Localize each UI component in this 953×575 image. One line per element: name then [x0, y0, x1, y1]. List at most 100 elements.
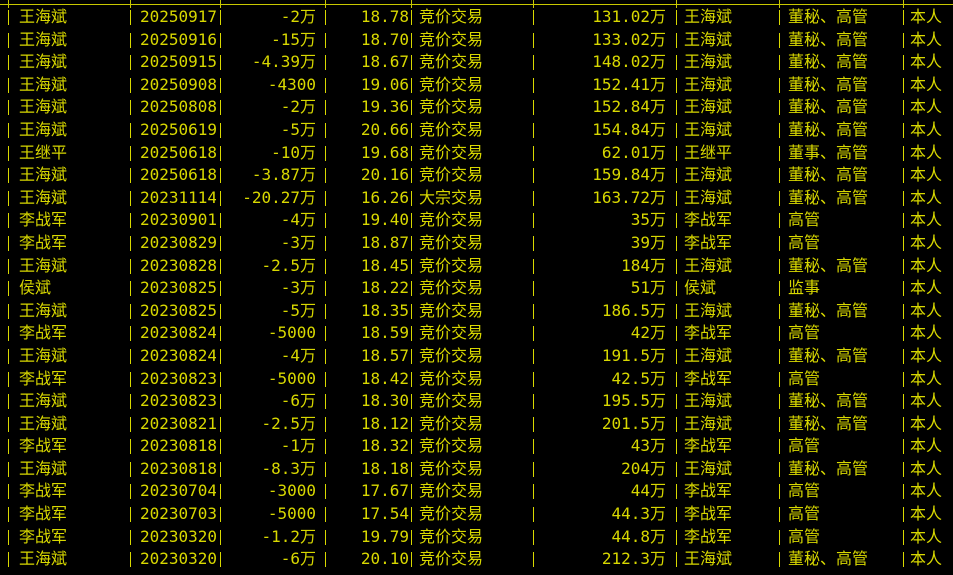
column-divider: [779, 55, 780, 71]
holding-after-cell: 35万: [630, 210, 666, 230]
column-divider: [903, 439, 904, 455]
column-divider: [676, 281, 677, 297]
column-divider: [533, 303, 534, 319]
table-row[interactable]: 王海斌 20230824 -4万 18.57 竞价交易 191.5万 王海斌 董秘、高管 本人: [0, 345, 953, 368]
column-divider: [411, 552, 412, 568]
table-row[interactable]: 王海斌 20230821 -2.5万 18.12 竞价交易 201.5万 王海斌 董秘、高管本…: [0, 413, 953, 436]
relation-cell: 本人: [910, 481, 943, 501]
table-row[interactable]: 王海斌 20250916 -15万 18.70 竞价交易 133.02万 王海斌 董秘、高管本…: [0, 29, 953, 52]
insider-name-cell: 王海斌: [19, 97, 68, 117]
trade-date-cell: 20231114: [140, 187, 216, 207]
column-divider: [533, 348, 534, 364]
trade-date-cell: 20250916: [140, 29, 216, 49]
relation-cell: 本人: [910, 165, 943, 185]
trade-date-cell: 20230818: [140, 436, 216, 456]
table-row[interactable]: 李战军 20230704 -3000 17.67 竞价交易 44万 李战军 高管 本人: [0, 480, 953, 503]
table-row[interactable]: 王海斌 20230320 -6万 20.10 竞价交易 212.3万 王海斌 董秘、高管 本人: [0, 548, 953, 571]
table-row[interactable]: 李战军 20230818 -1万 18.32 竞价交易 43万 李战军 高管 本人: [0, 435, 953, 458]
table-row[interactable]: 王海斌 20250908 -4300 19.06 竞价交易 152.41万 王海斌 董秘、高管…: [0, 74, 953, 97]
column-divider: [8, 371, 9, 387]
trade-type-cell: 竞价交易: [419, 345, 484, 365]
table-row[interactable]: 李战军 20230824 -5000 18.59 竞价交易 42万 李战军 高管 本人: [0, 322, 953, 345]
table-row[interactable]: 王海斌 20250917 -2万 18.78 竞价交易 131.02万 王海斌 董秘、高管 本人: [0, 6, 953, 29]
trade-type-cell: 竞价交易: [419, 368, 484, 388]
column-divider: [676, 416, 677, 432]
column-divider: [411, 235, 412, 251]
trade-type-cell: 竞价交易: [419, 29, 484, 49]
column-divider: [411, 484, 412, 500]
share-change-cell: -3万: [280, 232, 316, 252]
column-divider: [8, 235, 9, 251]
table-row[interactable]: 李战军 20230703 -5000 17.54 竞价交易 44.3万 李战军 高管 本人: [0, 503, 953, 526]
share-change-cell: -4万: [280, 345, 316, 365]
trade-price-cell: 18.57: [360, 345, 409, 365]
trade-type-cell: 竞价交易: [419, 323, 484, 343]
trade-date-cell: 20250917: [140, 7, 216, 26]
column-divider: [411, 529, 412, 545]
relation-cell: 本人: [910, 119, 943, 139]
holder-name-cell: 王继平: [684, 142, 733, 162]
column-divider: [411, 326, 412, 342]
table-row[interactable]: 王海斌 20230818 -8.3万 18.18 竞价交易 204万 王海斌 董秘、高管 本人: [0, 458, 953, 481]
table-row[interactable]: 王海斌 20250808 -2万 19.36 竞价交易 152.84万 王海斌 董秘、高管 本人: [0, 96, 953, 119]
table-row[interactable]: 王海斌 20230828 -2.5万 18.45 竞价交易 184万 王海斌 董秘、高管 本人: [0, 255, 953, 278]
column-divider: [533, 77, 534, 93]
trade-date-cell: 20230824: [140, 323, 216, 343]
table-row[interactable]: 李战军 20230901 -4万 19.40 竞价交易 35万 李战军 高管 本人: [0, 209, 953, 232]
holder-name-cell: 王海斌: [684, 74, 733, 94]
table-row[interactable]: 李战军 20230320 -1.2万 19.79 竞价交易 44.8万 李战军 高管 本人: [0, 526, 953, 549]
column-divider: [533, 145, 534, 161]
trade-date-cell: 20230704: [140, 481, 216, 501]
column-divider: [533, 416, 534, 432]
insider-name-cell: 王海斌: [19, 52, 68, 72]
share-change-cell: -8.3万: [261, 458, 316, 478]
table-row[interactable]: 李战军 20230823 -5000 18.42 竞价交易 42.5万 李战军 高管 本人: [0, 368, 953, 391]
table-row[interactable]: 侯斌 20230825 -3万 18.22 竞价交易 51万 侯斌 监事 本人: [0, 277, 953, 300]
column-divider: [903, 552, 904, 568]
trade-type-cell: 竞价交易: [419, 526, 484, 546]
table-row[interactable]: 王海斌 20250619 -5万 20.66 竞价交易 154.84万 王海斌 董秘、高管 本人: [0, 119, 953, 142]
table-row[interactable]: 王海斌 20230823 -6万 18.30 竞价交易 195.5万 王海斌 董秘、高管 本人: [0, 390, 953, 413]
column-divider: [411, 303, 412, 319]
column-divider: [220, 552, 221, 568]
holding-after-cell: 43万: [630, 436, 666, 456]
column-divider: [533, 258, 534, 274]
trade-date-cell: 20230320: [140, 549, 216, 569]
column-divider: [220, 122, 221, 138]
column-divider: [676, 371, 677, 387]
column-divider: [8, 348, 9, 364]
column-divider: [220, 213, 221, 229]
relation-cell: 本人: [910, 97, 943, 117]
trade-price-cell: 19.79: [360, 526, 409, 546]
column-divider: [903, 461, 904, 477]
relation-cell: 本人: [910, 458, 943, 478]
relation-cell: 本人: [910, 345, 943, 365]
column-divider: [779, 529, 780, 545]
column-divider: [779, 235, 780, 251]
insider-name-cell: 李战军: [19, 436, 68, 456]
position-cell: 董秘、高管: [788, 52, 869, 72]
position-cell: 高管: [788, 436, 821, 456]
column-divider: [533, 461, 534, 477]
table-row[interactable]: 王海斌 20231114 -20.27万 16.26 大宗交易 163.72万 王海斌 董秘、…: [0, 187, 953, 210]
column-divider: [8, 416, 9, 432]
table-row[interactable]: 王海斌 20230825 -5万 18.35 竞价交易 186.5万 王海斌 董秘、高管 本人: [0, 300, 953, 323]
holder-name-cell: 王海斌: [684, 255, 733, 275]
holder-name-cell: 李战军: [684, 210, 733, 230]
trade-price-cell: 16.26: [360, 187, 409, 207]
column-divider: [220, 235, 221, 251]
column-divider: [779, 281, 780, 297]
table-row[interactable]: 李战军 20230829 -3万 18.87 竞价交易 39万 李战军 高管 本人: [0, 232, 953, 255]
insider-trade-table: 王海斌 20250917 -2万 18.78 竞价交易 131.02万 王海斌 董秘、高管 本人…: [0, 6, 953, 571]
column-divider: [533, 507, 534, 523]
table-row[interactable]: 王海斌 20250915 -4.39万 18.67 竞价交易 148.02万 王海斌 董秘、高…: [0, 51, 953, 74]
column-divider: [676, 168, 677, 184]
column-divider: [779, 10, 780, 25]
table-row[interactable]: 王海斌 20250618 -3.87万 20.16 竞价交易 159.84万 王海斌 董秘、高…: [0, 164, 953, 187]
holder-name-cell: 王海斌: [684, 391, 733, 411]
table-row[interactable]: 王继平 20250618 -10万 19.68 竞价交易 62.01万 王继平 董事、高管 本人: [0, 142, 953, 165]
column-divider: [676, 484, 677, 500]
column-divider: [411, 394, 412, 410]
column-divider: [220, 190, 221, 206]
terminal-window[interactable]: 王海斌 20250917 -2万 18.78 竞价交易 131.02万 王海斌 董秘、高管 本人…: [0, 0, 953, 575]
